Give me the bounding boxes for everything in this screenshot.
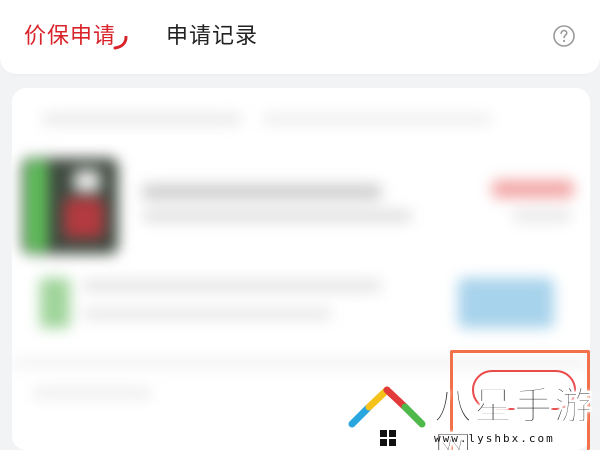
tab-price-protection-apply[interactable]: 价保申请 <box>24 20 116 54</box>
question-circle-icon[interactable] <box>552 24 576 48</box>
blurred-line <box>512 210 572 222</box>
blurred-line <box>82 280 382 292</box>
blurred-line <box>42 114 242 124</box>
tab-application-records[interactable]: 申请记录 <box>166 20 258 54</box>
blurred-line <box>142 184 382 200</box>
product-thumbnail-accent <box>74 170 100 192</box>
tab-bar: 价保申请 申请记录 <box>0 0 600 74</box>
blurred-line <box>32 388 152 398</box>
active-tab-indicator <box>113 36 128 50</box>
blurred-line <box>142 210 412 222</box>
house-logo-icon <box>344 382 430 448</box>
blurred-price <box>492 180 574 198</box>
product-thumbnail-accent <box>64 198 104 238</box>
watermark-url-text: www.lyshbx.com <box>434 432 555 445</box>
blurred-line <box>262 114 492 124</box>
blurred-tag <box>40 278 70 328</box>
product-thumbnail-accent <box>26 160 48 252</box>
blurred-line <box>82 308 332 320</box>
site-watermark: 八星手游网 www.lyshbx.com <box>338 378 600 450</box>
blurred-action-button <box>458 278 554 328</box>
